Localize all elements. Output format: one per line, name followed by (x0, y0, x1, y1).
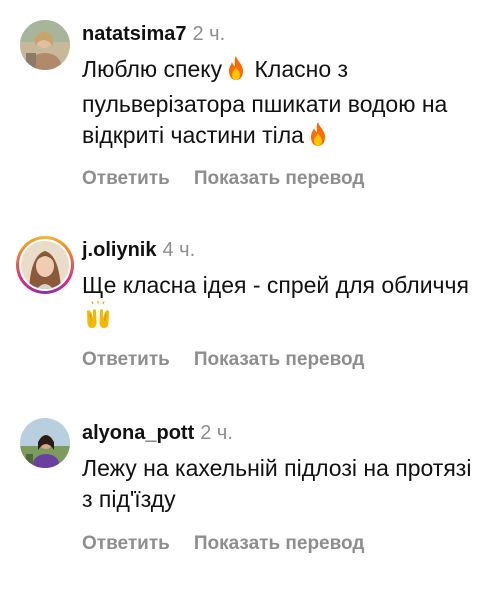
avatar-photo (21, 241, 69, 289)
comment-text: Лежу на кахельній підлозі на протязі з п… (82, 453, 482, 515)
username[interactable]: alyona_pott (82, 422, 194, 444)
fire-icon (224, 55, 248, 89)
timestamp: 2 ч. (200, 422, 233, 444)
comment-text: Люблю спеку Класно з пульверізатора пшик… (82, 54, 482, 155)
timestamp: 4 ч. (162, 239, 196, 261)
avatar[interactable] (20, 418, 70, 468)
reply-button[interactable]: Ответить (82, 349, 170, 370)
comment-header: alyona_pott 2 ч. (82, 421, 233, 445)
show-translation-button[interactable]: Показать перевод (194, 349, 365, 370)
timestamp: 2 ч. (192, 23, 226, 45)
username[interactable]: natatsima7 (82, 23, 187, 45)
fire-icon (306, 121, 330, 155)
username[interactable]: j.oliynik (82, 239, 156, 261)
comment-actions: Ответить Показать перевод (82, 348, 364, 372)
avatar[interactable] (16, 236, 74, 294)
avatar[interactable] (20, 20, 70, 70)
show-translation-button[interactable]: Показать перевод (194, 533, 365, 554)
comment-text-part: Люблю спеку (82, 56, 223, 82)
comment-actions: Ответить Показать перевод (82, 532, 364, 556)
avatar-photo (20, 418, 70, 468)
reply-button[interactable]: Ответить (82, 168, 170, 189)
comment-header: natatsima7 2 ч. (82, 22, 225, 46)
show-translation-button[interactable]: Показать перевод (194, 168, 365, 189)
comment-actions: Ответить Показать перевод (82, 167, 364, 191)
reply-button[interactable]: Ответить (82, 533, 170, 554)
comment-header: j.oliynik 4 ч. (82, 238, 195, 262)
comment-text: Ще класна ідея - спрей для обличчя (82, 270, 482, 337)
comment-text-part: Ще класна ідея - спрей для обличчя (82, 272, 469, 298)
avatar-photo (20, 20, 70, 70)
raising-hands-icon (84, 301, 112, 337)
comment-text-part: Лежу на кахельній підлозі на протязі з п… (82, 455, 472, 512)
